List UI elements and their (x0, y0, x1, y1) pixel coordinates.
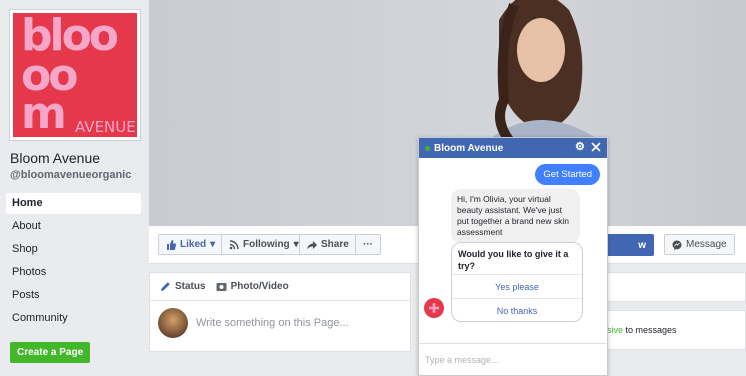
liked-button[interactable]: Liked ▾ (158, 234, 224, 255)
quick-reply-question: Would you like to give it a try? (452, 243, 582, 275)
share-arrow-icon (307, 240, 317, 249)
close-icon[interactable] (590, 141, 602, 153)
sidebar-item-photos[interactable]: Photos (6, 262, 141, 283)
chat-title: Bloom Avenue (434, 142, 504, 154)
page-title[interactable]: Bloom Avenue (10, 150, 100, 166)
incoming-message: Hi, I'm Olivia, your virtual beauty assi… (451, 189, 580, 243)
page-handle[interactable]: @bloomavenueorganic (10, 169, 131, 181)
composer-input[interactable]: Write something on this Page... (196, 317, 349, 329)
chat-message-input[interactable] (425, 354, 601, 365)
messenger-icon (672, 240, 682, 250)
following-button[interactable]: Following ▾ (221, 234, 307, 255)
camera-icon (216, 283, 227, 291)
quick-reply-yes-button[interactable]: Yes please (452, 275, 582, 299)
composer-tabs: Status Photo/Video (150, 273, 410, 301)
right-info-card (600, 272, 746, 302)
following-label: Following (243, 239, 290, 250)
tab-photo-video[interactable]: Photo/Video (216, 281, 289, 292)
page-profile-picture[interactable]: bloo oo m AVENUE (9, 9, 141, 141)
responsiveness-badge: sive (607, 325, 624, 335)
sidebar-item-shop[interactable]: Shop (6, 239, 141, 260)
messenger-chat-window: Bloom Avenue ⚙ Get Started Hi, I'm Olivi… (418, 137, 608, 376)
thumbs-up-icon (167, 239, 176, 250)
flower-icon (429, 303, 439, 313)
liked-label: Liked (180, 239, 207, 250)
gear-icon[interactable]: ⚙ (575, 142, 586, 153)
tab-status-label: Status (175, 281, 206, 292)
page-sidebar: bloo oo m AVENUE Bloom Avenue @bloomaven… (0, 0, 149, 376)
message-label: Message (686, 239, 727, 250)
ellipsis-icon: ··· (363, 239, 373, 250)
sidebar-item-home[interactable]: Home (6, 193, 141, 214)
pencil-icon (161, 282, 170, 291)
chat-header[interactable]: Bloom Avenue ⚙ (419, 138, 607, 158)
share-button[interactable]: Share (299, 234, 357, 255)
tab-photo-label: Photo/Video (230, 281, 289, 292)
outgoing-message: Get Started (535, 164, 600, 185)
message-button[interactable]: Message (664, 234, 735, 255)
send-message-label: w (638, 239, 646, 251)
sidebar-item-posts[interactable]: Posts (6, 285, 141, 306)
sidebar-item-community[interactable]: Community (6, 308, 141, 329)
logo-text-line2: m (21, 88, 67, 137)
more-options-button[interactable]: ··· (355, 234, 381, 255)
tab-status[interactable]: Status (160, 281, 206, 292)
rss-icon (229, 239, 239, 249)
online-indicator-icon (425, 145, 430, 151)
create-page-button[interactable]: Create a Page (10, 342, 91, 363)
sidebar-item-about[interactable]: About (6, 216, 141, 237)
quick-reply-card: Would you like to give it a try? Yes ple… (451, 242, 583, 322)
chat-input-area (419, 343, 607, 375)
quick-reply-no-button[interactable]: No thanks (452, 299, 582, 321)
share-label: Share (321, 239, 349, 250)
user-avatar (158, 308, 188, 338)
chevron-down-icon: ▾ (210, 239, 216, 250)
responsiveness-text: to messages (623, 325, 677, 335)
brand-logo: bloo oo m AVENUE (13, 13, 137, 137)
post-composer: Status Photo/Video Write something on th… (149, 272, 411, 352)
bot-avatar (424, 298, 444, 318)
chevron-down-icon: ▾ (293, 239, 299, 250)
logo-text-avenue: AVENUE (75, 118, 136, 136)
response-info-card: sive to messages (600, 310, 746, 350)
